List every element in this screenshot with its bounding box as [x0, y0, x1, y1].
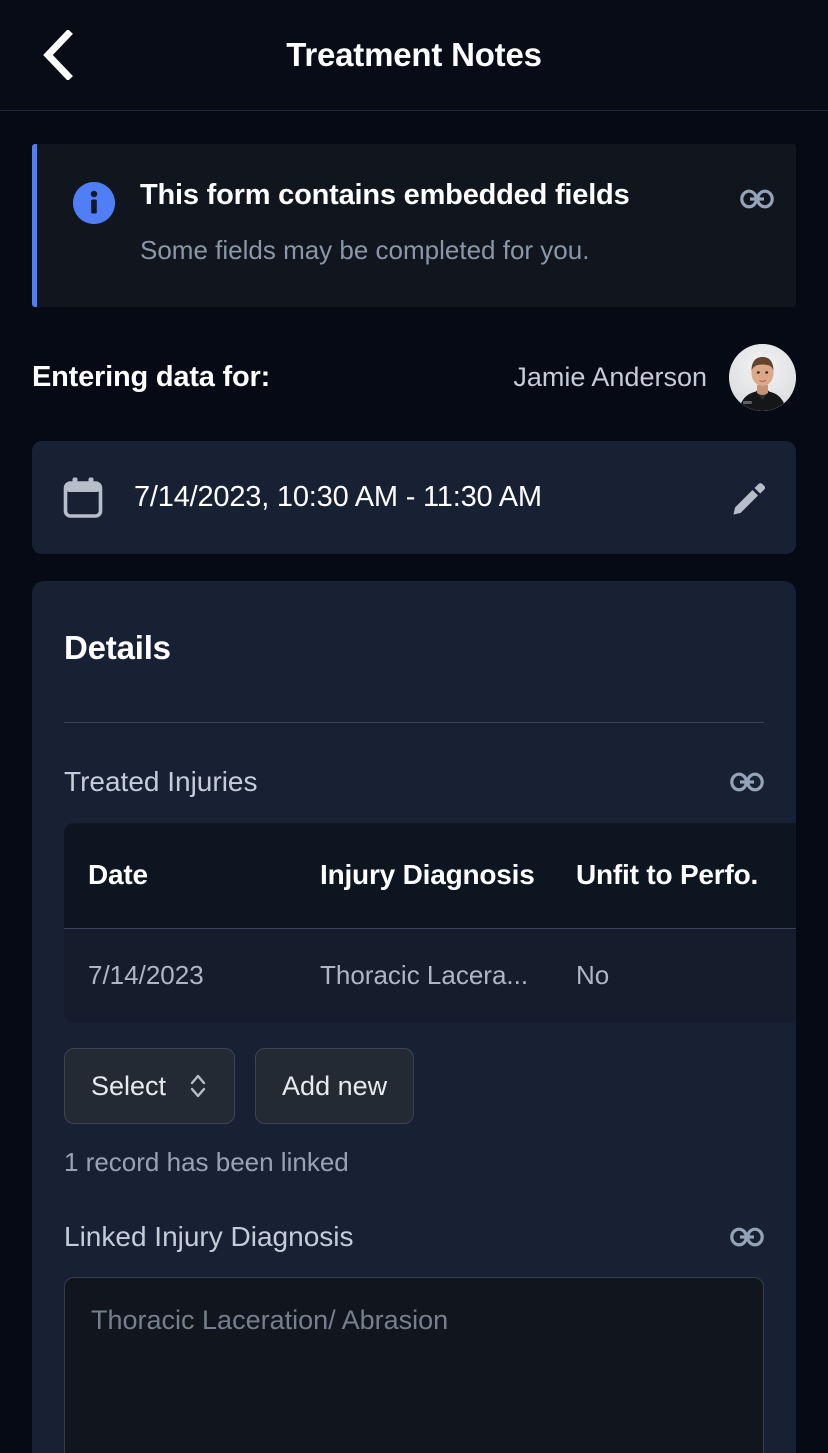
- app-header: Treatment Notes: [0, 0, 828, 111]
- calendar-icon: [62, 476, 104, 520]
- appointment-datetime-text: 7/14/2023, 10:30 AM - 11:30 AM: [134, 481, 542, 513]
- linked-injury-diagnosis-label-row: Linked Injury Diagnosis: [32, 1221, 796, 1253]
- treated-injuries-label-row: Treated Injuries: [32, 766, 796, 798]
- table-header-row: Date Injury Diagnosis Unfit to Perfo.: [64, 823, 796, 929]
- table-header-cell: Injury Diagnosis: [320, 823, 576, 929]
- pencil-icon[interactable]: [728, 478, 768, 518]
- table-row[interactable]: 7/14/2023 Thoracic Lacera... No: [64, 928, 796, 1023]
- table-cell-date: 7/14/2023: [64, 928, 320, 1023]
- details-heading: Details: [64, 629, 171, 666]
- linked-injury-diagnosis-input[interactable]: Thoracic Laceration/ Abrasion: [64, 1277, 764, 1453]
- details-divider: [64, 722, 764, 723]
- banner-title: This form contains embedded fields: [140, 179, 630, 211]
- page-body: This form contains embedded fields Some …: [0, 144, 828, 1453]
- linked-injury-diagnosis-label: Linked Injury Diagnosis: [64, 1221, 354, 1252]
- entering-data-for-row: Entering data for: Jamie Anderson: [32, 337, 796, 417]
- athlete-name: Jamie Anderson: [513, 361, 707, 392]
- select-button[interactable]: Select: [64, 1048, 236, 1124]
- add-new-button[interactable]: Add new: [255, 1048, 415, 1124]
- linked-injury-diagnosis-value: Thoracic Laceration/ Abrasion: [91, 1305, 449, 1335]
- banner-text-block: This form contains embedded fields Some …: [140, 178, 740, 266]
- treatment-notes-screen: Treatment Notes This form contains embed…: [0, 0, 828, 1453]
- table-header-cell: Date: [64, 823, 320, 929]
- chevron-left-icon: [41, 30, 75, 80]
- entering-data-for-value: Jamie Anderson: [513, 343, 796, 411]
- table-cell-unfit: No: [576, 928, 796, 1023]
- link-icon[interactable]: [730, 1226, 764, 1248]
- treated-injuries-table[interactable]: Date Injury Diagnosis Unfit to Perfo. 7/…: [64, 823, 796, 1023]
- page-title: Treatment Notes: [286, 36, 542, 73]
- chevron-up-down-icon: [188, 1069, 208, 1103]
- linked-record-note: 1 record has been linked: [64, 1147, 349, 1177]
- treated-injuries-label: Treated Injuries: [64, 766, 258, 797]
- link-icon[interactable]: [730, 771, 764, 793]
- entering-data-for-label: Entering data for:: [32, 360, 271, 393]
- banner-subtitle: Some fields may be completed for you.: [140, 234, 590, 265]
- add-new-button-label: Add new: [282, 1070, 388, 1101]
- back-button[interactable]: [30, 27, 86, 83]
- info-circle-icon: [73, 182, 115, 224]
- avatar[interactable]: [729, 343, 796, 411]
- link-icon[interactable]: [740, 188, 774, 215]
- select-button-label: Select: [91, 1070, 167, 1101]
- details-card: Details Treated Injuries Date Injury Dia…: [32, 581, 796, 1453]
- table-header-cell: Unfit to Perfo.: [576, 823, 796, 929]
- treated-injuries-actions: Select Add new: [32, 1048, 796, 1124]
- appointment-datetime-card[interactable]: 7/14/2023, 10:30 AM - 11:30 AM: [32, 441, 796, 554]
- embedded-fields-banner: This form contains embedded fields Some …: [32, 144, 796, 307]
- table-cell-diagnosis: Thoracic Lacera...: [320, 928, 576, 1023]
